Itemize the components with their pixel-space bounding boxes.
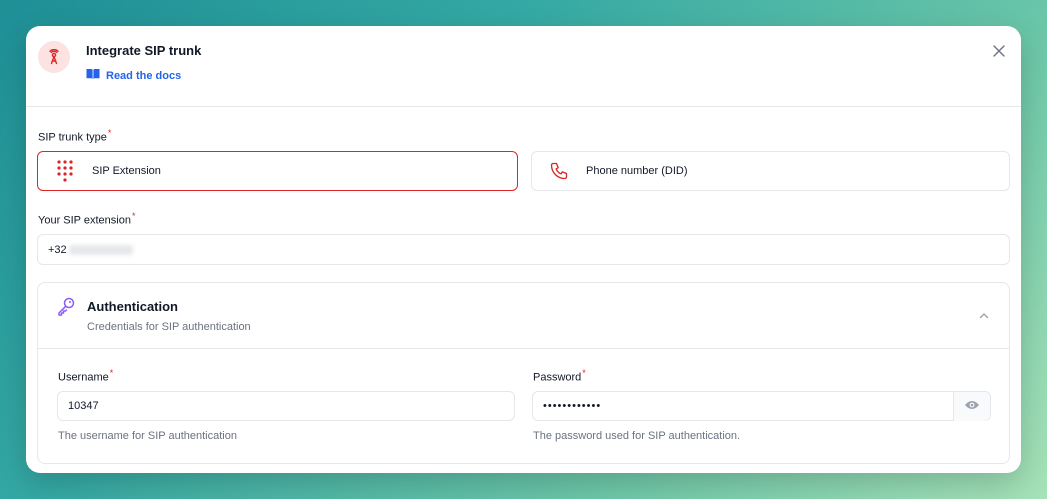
password-value: •••••••••••• [543, 400, 602, 412]
username-input[interactable]: 10347 [57, 391, 515, 421]
read-docs-label: Read the docs [106, 69, 182, 82]
authentication-panel: Authentication Credentials for SIP authe… [37, 282, 1010, 464]
extension-label-text: Your SIP extension [38, 214, 131, 227]
option-sip-extension[interactable]: SIP Extension [37, 151, 518, 191]
sip-extension-input[interactable]: +32 [37, 234, 1010, 265]
modal-header: Integrate SIP trunk Read the docs [26, 26, 1021, 107]
integrate-sip-modal: Integrate SIP trunk Read the docs SIP tr… [26, 26, 1021, 473]
required-marker: * [582, 368, 586, 378]
sip-antenna-icon [38, 41, 70, 73]
password-helper: The password used for SIP authentication… [533, 430, 741, 442]
option-phone-number[interactable]: Phone number (DID) [531, 151, 1010, 191]
extension-value-prefix: +32 [48, 243, 67, 256]
username-value: 10347 [68, 400, 99, 412]
book-icon [86, 68, 100, 83]
required-marker: * [109, 368, 114, 378]
trunk-type-label: SIP trunk type* [38, 128, 111, 144]
authentication-toggle[interactable]: Authentication Credentials for SIP authe… [38, 283, 1009, 349]
username-label-text: Username [58, 371, 109, 384]
required-marker: * [107, 128, 112, 138]
read-docs-link[interactable]: Read the docs [86, 68, 181, 83]
password-label: Password* [533, 368, 586, 384]
option-phone-number-label: Phone number (DID) [586, 165, 688, 177]
modal-title: Integrate SIP trunk [86, 43, 202, 58]
authentication-subtitle: Credentials for SIP authentication [87, 321, 251, 333]
eye-icon [964, 399, 980, 414]
password-input[interactable]: •••••••••••• [532, 391, 991, 421]
extension-label: Your SIP extension* [38, 211, 135, 227]
key-icon [56, 296, 76, 321]
username-helper: The username for SIP authentication [58, 430, 237, 442]
show-password-button[interactable] [953, 392, 990, 421]
username-label: Username* [58, 368, 113, 384]
close-icon[interactable] [991, 43, 1007, 59]
redacted-number [68, 244, 133, 255]
trunk-type-label-text: SIP trunk type [38, 131, 107, 144]
dialpad-icon [38, 159, 92, 183]
phone-icon [532, 161, 586, 181]
chevron-up-icon[interactable] [979, 307, 989, 325]
password-label-text: Password [533, 371, 582, 384]
authentication-title: Authentication [87, 299, 178, 314]
option-sip-extension-label: SIP Extension [92, 165, 161, 177]
required-marker: * [131, 211, 136, 221]
